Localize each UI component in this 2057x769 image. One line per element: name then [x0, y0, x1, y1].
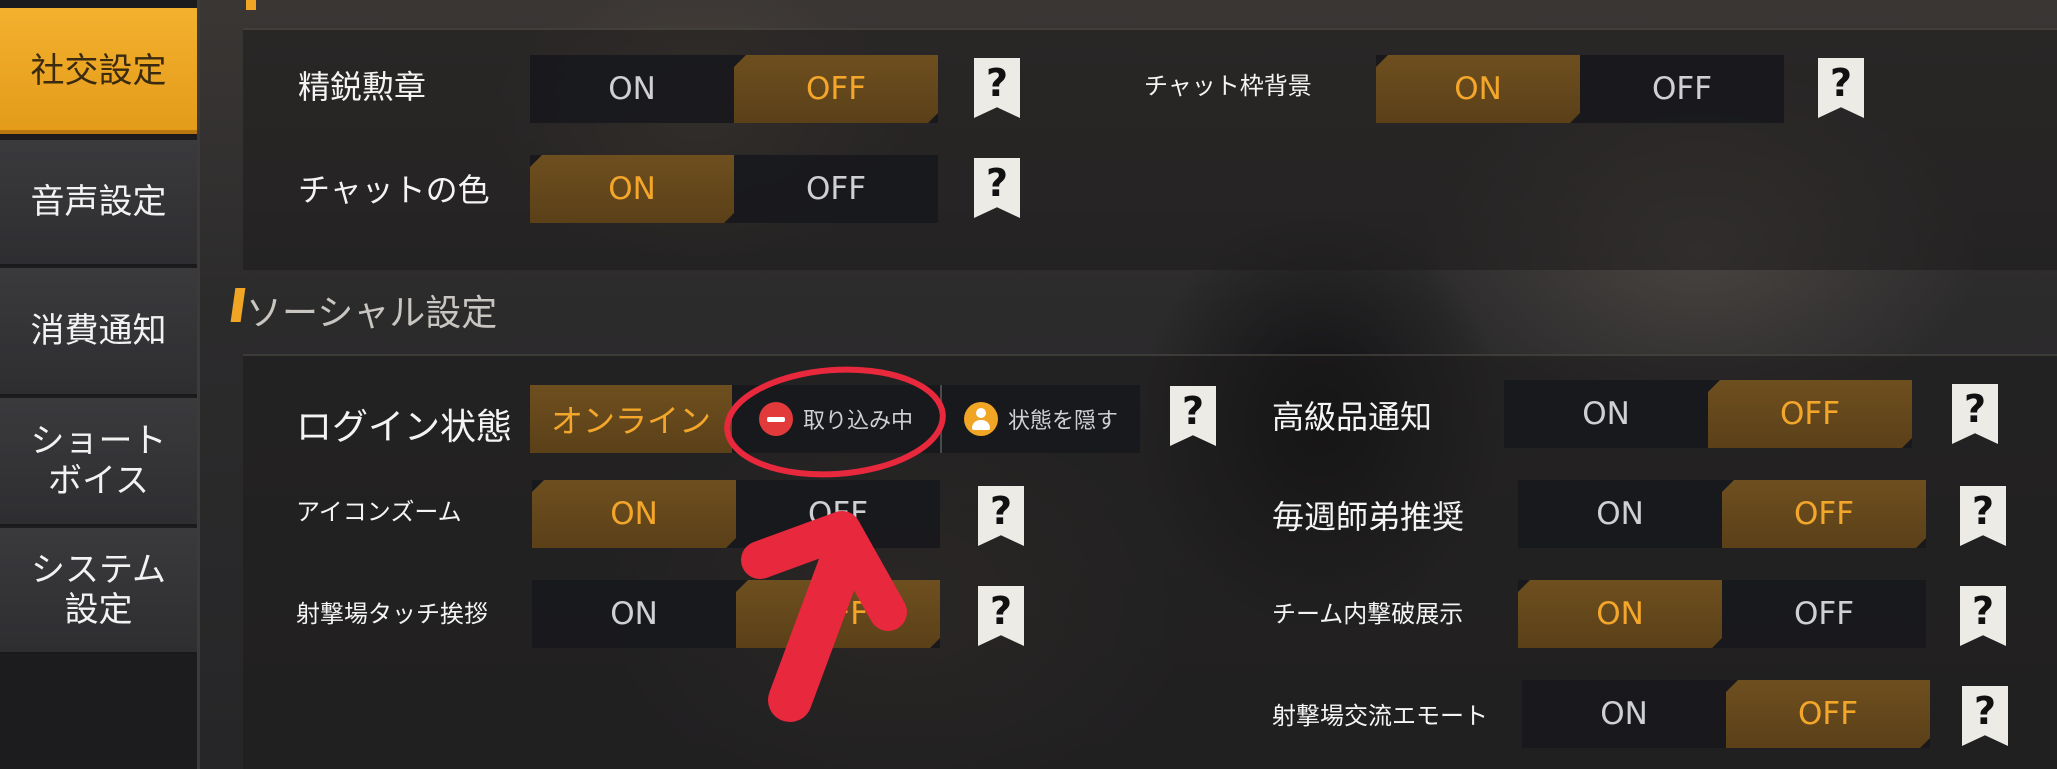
sidebar-item-label-line1: ショート [30, 421, 167, 461]
luxury-notice-toggle: ON OFF [1504, 380, 1912, 448]
chat-color-off[interactable]: OFF [734, 155, 938, 223]
weekly-mentor-off[interactable]: OFF [1722, 480, 1926, 548]
status-hide-option[interactable]: 状態を隠す [942, 385, 1140, 453]
chat-frame-bg-toggle: ON OFF [1376, 55, 1784, 123]
busy-icon [758, 402, 793, 436]
weekly-mentor-label: 毎週師弟推奨 [1272, 498, 1465, 536]
elite-medal-toggle: ON OFF [530, 55, 938, 123]
luxury-notice-off[interactable]: OFF [1708, 380, 1912, 448]
section-title-text: ソーシャル設定 [246, 293, 498, 334]
sidebar-item-social[interactable]: 社交設定 [0, 8, 197, 136]
sidebar-item-label-line2: 設定 [64, 590, 133, 630]
chat-color-toggle: ON OFF [530, 155, 938, 223]
sidebar-item-label: 消費通知 [30, 311, 167, 351]
chat-color-on[interactable]: ON [530, 155, 734, 223]
team-kill-display-label: チーム内撃破展示 [1272, 600, 1464, 628]
team-kill-display-off[interactable]: OFF [1722, 580, 1926, 648]
login-status-label: ログイン状態 [296, 407, 513, 448]
sidebar-item-label: 社交設定 [30, 51, 167, 91]
icon-zoom-label: アイコンズーム [296, 498, 462, 526]
luxury-notice-label: 高級品通知 [1272, 398, 1433, 436]
team-kill-display-on[interactable]: ON [1518, 580, 1722, 648]
sidebar-item-audio[interactable]: 音声設定 [0, 140, 197, 266]
range-touch-greeting-toggle: ON OFF [532, 580, 940, 648]
settings-sidebar: 社交設定 音声設定 消費通知 ショート ボイス システム 設定 [0, 0, 200, 769]
range-emote-toggle: ON OFF [1522, 680, 1930, 748]
chat-color-label: チャットの色 [298, 171, 490, 209]
status-busy-option[interactable]: 取り込み中 [732, 385, 942, 453]
sidebar-item-label-line2: ボイス [48, 461, 149, 501]
range-emote-off[interactable]: OFF [1726, 680, 1930, 748]
weekly-mentor-on[interactable]: ON [1518, 480, 1722, 548]
section-title-social: ソーシャル設定 [230, 284, 498, 336]
status-online-option[interactable]: オンライン [530, 385, 732, 453]
weekly-mentor-toggle: ON OFF [1518, 480, 1926, 548]
elite-medal-on[interactable]: ON [530, 55, 734, 123]
chat-frame-bg-on[interactable]: ON [1376, 55, 1580, 123]
range-emote-label: 射撃場交流エモート [1272, 702, 1488, 730]
sidebar-item-purchase-notice[interactable]: 消費通知 [0, 268, 197, 396]
range-touch-greeting-off[interactable]: OFF [736, 580, 940, 648]
range-touch-greeting-label: 射撃場タッチ挨拶 [296, 600, 488, 628]
range-touch-greeting-on[interactable]: ON [532, 580, 736, 648]
elite-medal-label: 精鋭勲章 [298, 68, 427, 106]
sidebar-item-label: 音声設定 [30, 182, 167, 222]
sidebar-item-short-voice[interactable]: ショート ボイス [0, 398, 197, 526]
person-icon [963, 402, 998, 436]
sidebar-item-label-line1: システム [31, 550, 166, 590]
section-title-bar-cutoff [246, 0, 256, 10]
icon-zoom-off[interactable]: OFF [736, 480, 940, 548]
team-kill-display-toggle: ON OFF [1518, 580, 1926, 648]
login-status-selector: オンライン 取り込み中 状態を隠す [530, 385, 1140, 453]
status-hide-label: 状態を隠す [1007, 409, 1118, 434]
chat-frame-bg-label: チャット枠背景 [1144, 72, 1312, 100]
range-emote-on[interactable]: ON [1522, 680, 1726, 748]
status-busy-label: 取り込み中 [802, 409, 913, 434]
elite-medal-off[interactable]: OFF [734, 55, 938, 123]
icon-zoom-on[interactable]: ON [532, 480, 736, 548]
sidebar-item-system[interactable]: システム 設定 [0, 528, 197, 654]
chat-frame-bg-off[interactable]: OFF [1580, 55, 1784, 123]
elite-display-panel [243, 28, 2057, 270]
icon-zoom-toggle: ON OFF [532, 480, 940, 548]
luxury-notice-on[interactable]: ON [1504, 380, 1708, 448]
